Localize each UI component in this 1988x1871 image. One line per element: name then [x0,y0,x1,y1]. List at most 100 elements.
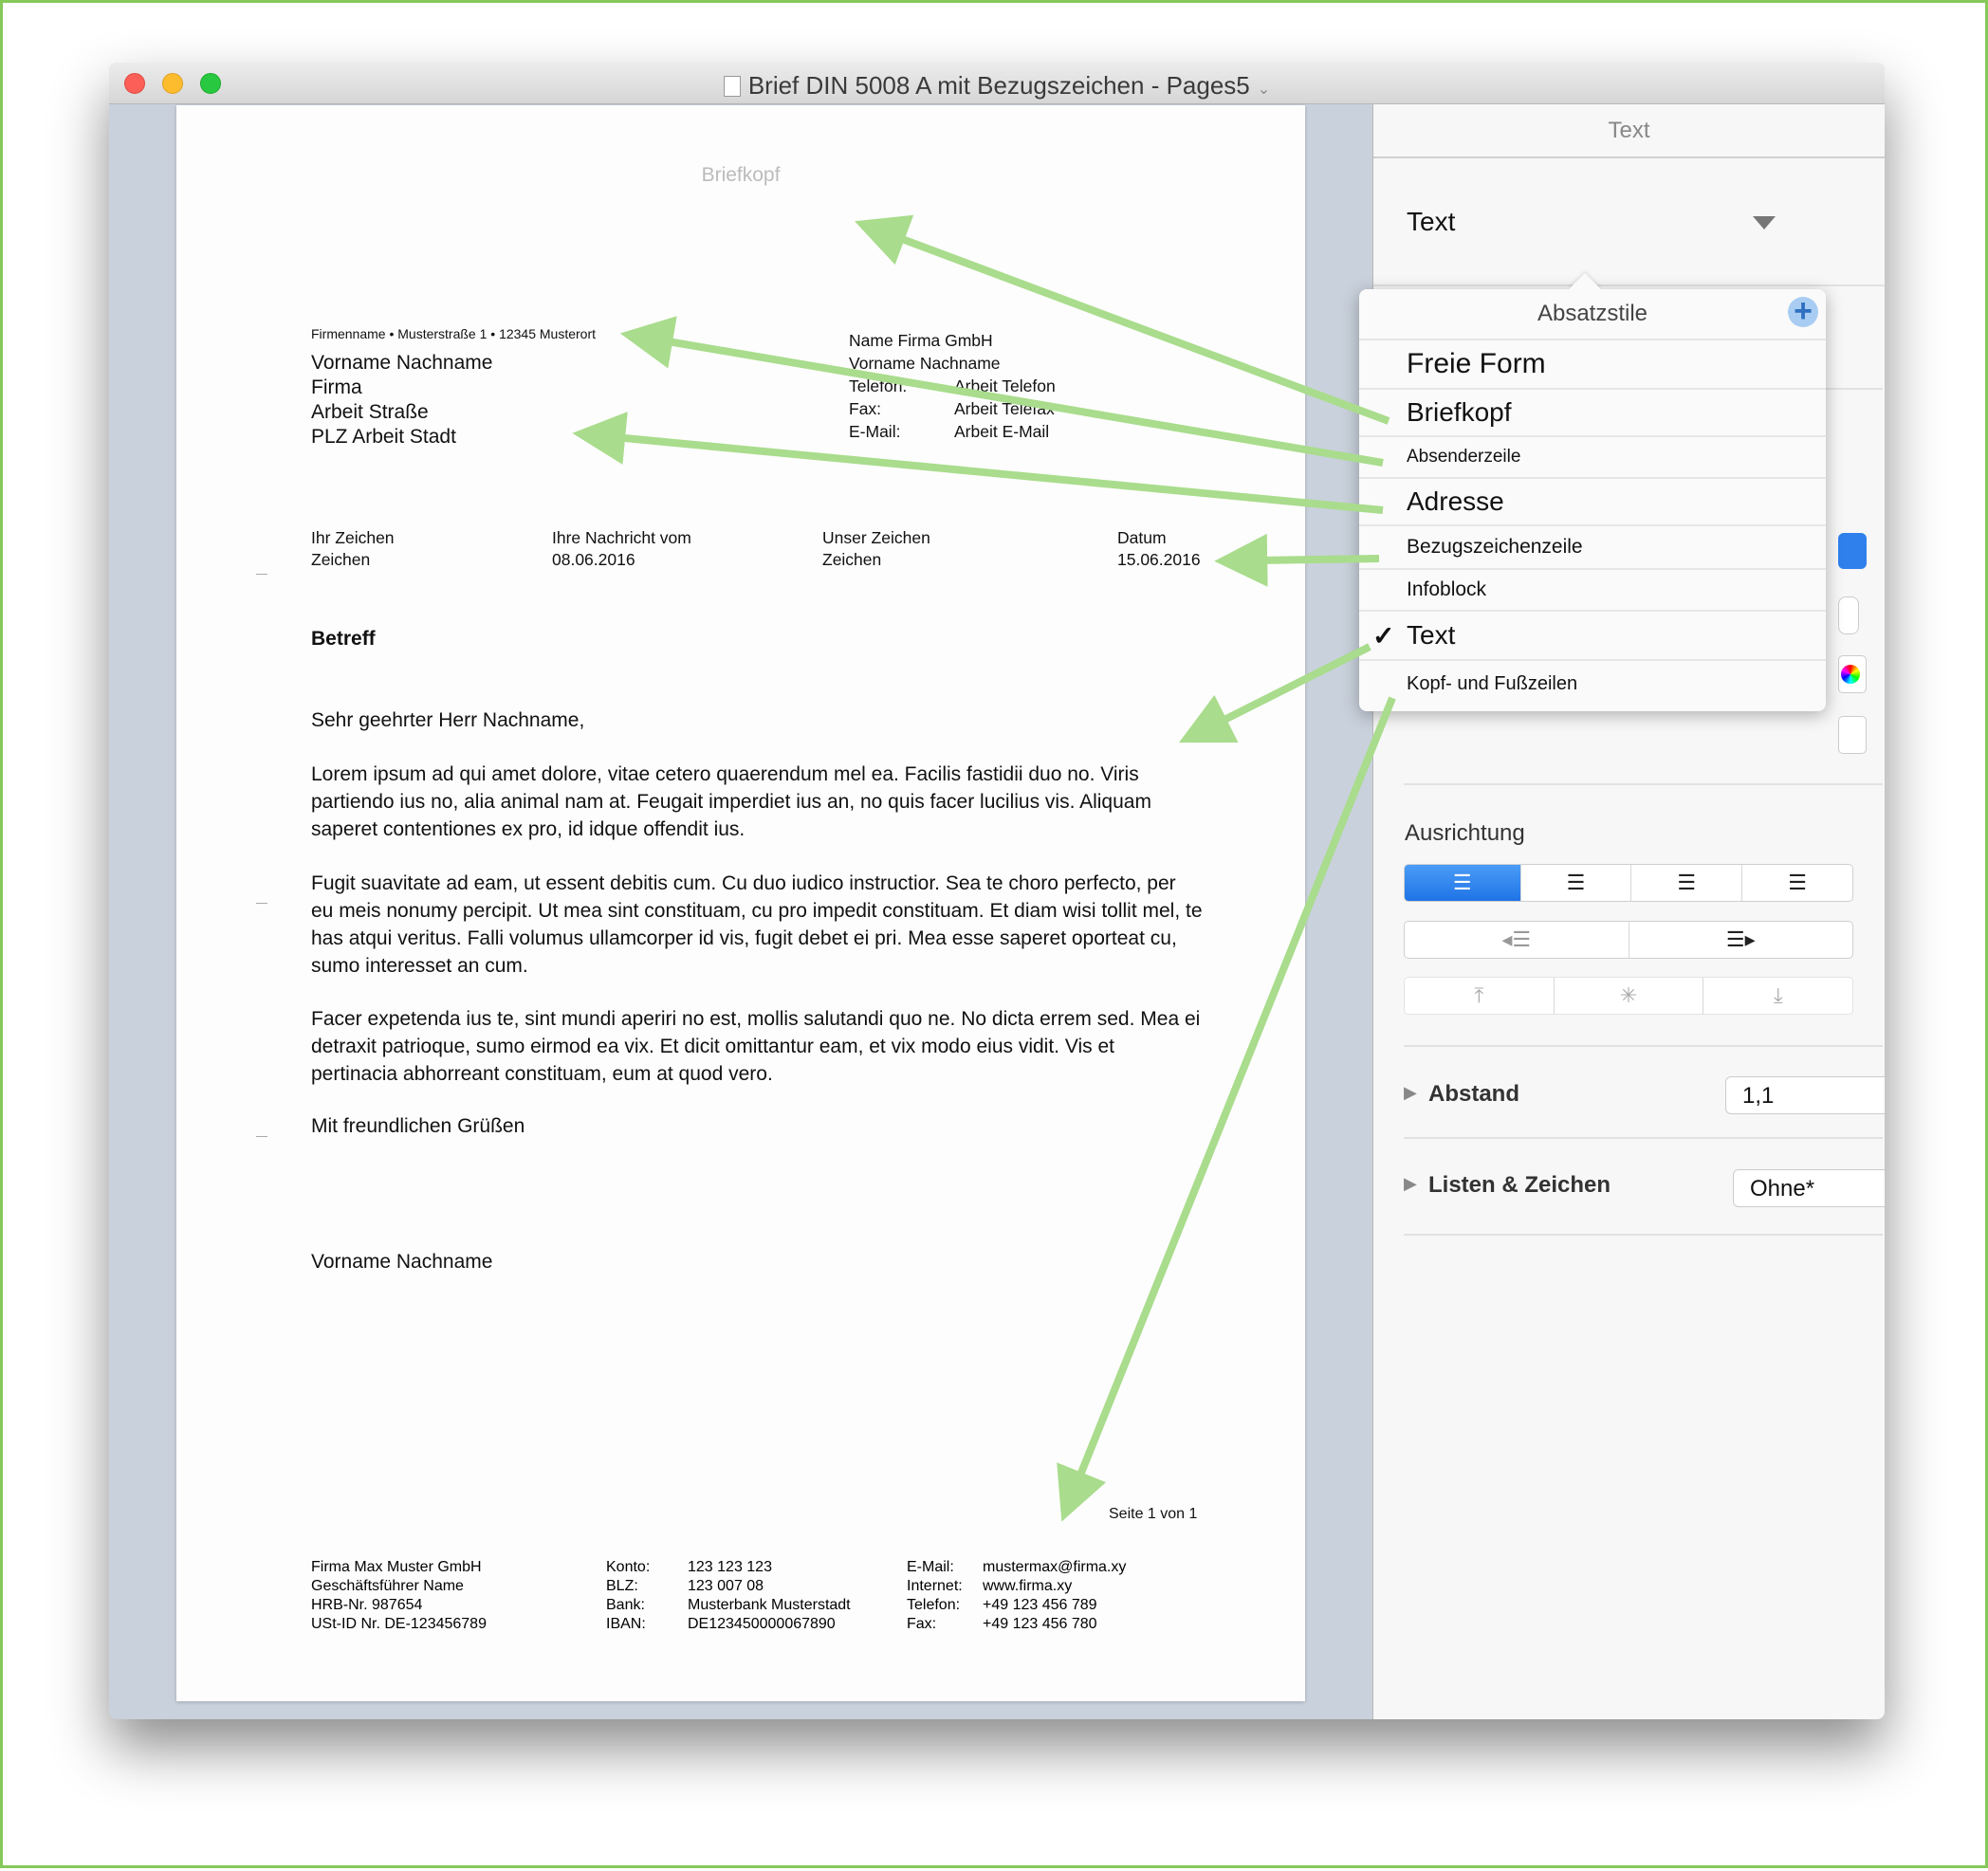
body-paragraph: Facer expetenda ius te, sint mundi aperi… [311,1008,1201,1085]
add-style-plus-icon[interactable]: + [1788,295,1818,327]
footer-text: USt-ID Nr. DE-123456789 [311,1616,487,1632]
footer-label: E-Mail: [907,1559,954,1575]
footer-label: Telefon: [907,1597,961,1613]
lists-label[interactable]: Listen & Zeichen [1428,1172,1611,1199]
ref-value: 08.06.2016 [552,550,635,569]
style-label: Kopf- und Fußzeilen [1407,672,1578,694]
document-icon [723,76,741,97]
info-value: Arbeit E-Mail [954,422,1050,441]
ref-value: Zeichen [311,550,371,569]
window-title[interactable]: Brief DIN 5008 A mit Bezugszeichen - Pag… [109,71,1885,101]
footer-value: Musterbank Musterstadt [688,1597,851,1613]
info-label: Telefon: [849,376,908,395]
footer-col2-values: 123 123 123 123 007 08 Musterbank Musterst… [688,1558,851,1634]
address-line: Vorname Nachname [311,352,493,374]
footer-text: Firma Max Muster GmbH [311,1559,482,1575]
font-stepper[interactable] [1838,533,1867,569]
style-item-text[interactable]: ✓ Text [1359,610,1826,659]
style-item-briefkopf[interactable]: Briefkopf [1359,388,1826,435]
style-item-adresse[interactable]: Adresse [1359,477,1826,524]
info-company: Name Firma GmbH [849,331,993,350]
paragraph-style-name[interactable]: Text [1407,207,1455,237]
footer-text: HRB-Nr. 987654 [311,1597,423,1613]
footer-label: Bank: [606,1597,645,1613]
address-line: Firma [311,376,362,398]
increase-indent-icon[interactable]: ☰▸ [1629,922,1853,958]
fold-mark [256,903,267,904]
info-value: Arbeit Telefon [954,376,1056,395]
footer-label: Konto: [606,1559,651,1575]
style-label: Briefkopf [1407,397,1512,427]
spacing-field[interactable]: 1,1 ⌃⌄ [1725,1076,1885,1114]
align-top-icon[interactable]: ⤒ [1405,978,1555,1014]
style-item-bezugszeichenzeile[interactable]: Bezugszeichenzeile [1359,524,1826,568]
body-paragraph: Fugit suavitate ad eam, ut essent debiti… [311,872,1203,977]
footer-col1: Firma Max Muster GmbH Geschäftsführer Nam… [311,1558,487,1634]
page-number: Seite 1 von 1 [1109,1506,1198,1522]
address-line: Arbeit Straße [311,401,429,423]
info-label: Fax: [849,399,882,418]
align-center-icon[interactable]: ☰ [1521,865,1632,901]
style-label: Adresse [1407,486,1504,516]
alignment-control: ☰ ☰ ☰ ☰ [1404,864,1853,902]
decrease-indent-icon[interactable]: ◂☰ [1405,922,1629,958]
style-label: Infoblock [1407,578,1487,600]
checkmark-icon: ✓ [1372,620,1395,651]
address-line: PLZ Arbeit Stadt [311,426,456,448]
style-item-absenderzeile[interactable]: Absenderzeile [1359,435,1826,477]
align-justify-icon[interactable]: ☰ [1742,865,1852,901]
footer-text: Geschäftsführer Name [311,1578,464,1594]
align-left-icon[interactable]: ☰ [1405,865,1521,901]
size-stepper[interactable] [1838,596,1859,634]
ref-label: Ihr Zeichen [311,528,395,547]
spacing-value[interactable]: 1,1 [1742,1083,1774,1110]
style-label: Absenderzeile [1407,447,1521,467]
closing: Mit freundlichen Grüßen [311,1115,525,1137]
disclosure-triangle-icon[interactable]: ▶ [1404,1174,1417,1194]
ref-label: Datum [1117,528,1167,547]
fold-mark [256,1136,267,1137]
salutation: Sehr geehrter Herr Nachname, [311,709,585,731]
footer-value: www.firma.xy [983,1578,1073,1594]
align-middle-icon[interactable]: ✳ [1555,978,1704,1014]
style-dropdown-triangle-icon[interactable] [1753,216,1776,229]
ref-label: Unser Zeichen [822,528,930,547]
footer-label: Internet: [907,1578,963,1594]
subject: Betreff [311,628,376,650]
color-well[interactable] [1838,655,1867,693]
document-page[interactable]: Briefkopf Firmenname • Musterstraße 1 • … [176,105,1305,1701]
lists-dropdown[interactable]: Ohne* ⌄ [1733,1169,1885,1207]
indent-control: ◂☰ ☰▸ [1404,921,1853,959]
info-label: E-Mail: [849,422,901,441]
footer-col2-labels: Konto: BLZ: Bank: IBAN: [606,1558,650,1634]
ref-value: 15.06.2016 [1117,550,1201,569]
style-item-freie-form[interactable]: Freie Form [1359,339,1826,388]
style-label: Bezugszeichenzeile [1407,536,1583,558]
align-right-icon[interactable]: ☰ [1631,865,1743,901]
style-item-infoblock[interactable]: Infoblock [1359,568,1826,610]
spacing-label[interactable]: Abstand [1428,1081,1519,1108]
style-label: Text [1407,620,1456,650]
info-value: Arbeit Telefax [954,399,1055,418]
tab-text[interactable]: Text [1373,118,1885,144]
vertical-align-control: ⤒ ✳ ⤓ [1404,977,1853,1015]
style-dropdown[interactable] [1838,716,1867,754]
color-wheel-icon [1841,665,1860,684]
footer-value: 123 007 08 [688,1578,764,1594]
disclosure-triangle-icon[interactable]: ▶ [1404,1083,1417,1103]
footer-value: DE123450000067890 [688,1616,836,1632]
paragraph-styles-popover: Absatzstile + Freie Form Briefkopf Absen… [1359,273,1826,711]
footer-col3-values: mustermax@firma.xy www.firma.xy +49 123 45… [983,1558,1126,1634]
footer-value: mustermax@firma.xy [983,1559,1127,1575]
footer-value: +49 123 456 789 [983,1597,1097,1613]
footer-label: BLZ: [606,1578,638,1594]
align-bottom-icon[interactable]: ⤓ [1703,978,1852,1014]
footer-label: IBAN: [606,1616,646,1632]
window-title-text: Brief DIN 5008 A mit Bezugszeichen - Pag… [747,71,1250,100]
style-label: Freie Form [1407,348,1546,379]
footer-label: Fax: [907,1616,937,1632]
style-item-kopf-und-fusszeilen[interactable]: Kopf- und Fußzeilen [1359,659,1826,706]
info-name: Vorname Nachname [849,354,1001,373]
alignment-label: Ausrichtung [1405,820,1525,846]
title-bar: Brief DIN 5008 A mit Bezugszeichen - Pag… [109,63,1885,104]
